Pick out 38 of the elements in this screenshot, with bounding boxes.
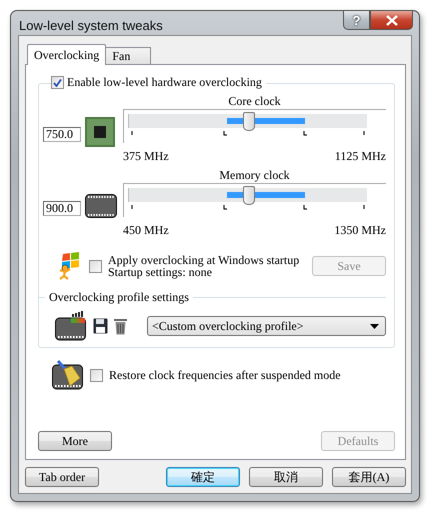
- save-icon[interactable]: [93, 318, 108, 334]
- window-title: Low-level system tweaks: [19, 18, 163, 33]
- clock-slider[interactable]: [128, 188, 367, 202]
- clock-value-field[interactable]: 750.0: [43, 126, 81, 142]
- close-button[interactable]: [370, 11, 413, 30]
- checkbox-label: Apply overclocking at Windows startup: [108, 254, 300, 266]
- min-label: 450 MHz: [123, 223, 169, 238]
- slider-thumb[interactable]: [243, 186, 255, 205]
- max-label: 1125 MHz: [334, 149, 386, 164]
- film-meter-icon: [55, 311, 87, 341]
- clock-slider[interactable]: [128, 114, 367, 128]
- dialog-button[interactable]: 確定: [166, 467, 240, 487]
- dropdown-arrow-icon: [370, 324, 379, 328]
- slider-label: Memory clock: [219, 168, 290, 183]
- memory-chip-icon: [85, 194, 117, 218]
- dialog-button[interactable]: 取消: [249, 467, 323, 487]
- tab[interactable]: Fan: [105, 47, 152, 64]
- film-broom-icon: [52, 360, 84, 390]
- close-icon: [386, 14, 398, 26]
- min-label: 375 MHz: [123, 149, 169, 164]
- status-text: Startup settings: none: [108, 266, 213, 278]
- checkbox-label: Restore clock frequencies after suspended mode: [109, 368, 341, 382]
- checkbox[interactable]: [51, 76, 64, 89]
- dialog-button[interactable]: Tab order: [25, 467, 99, 487]
- chip-icon: [85, 117, 115, 147]
- checkbox-label: Enable low-level hardware overclocking: [67, 75, 262, 90]
- clock-value-field[interactable]: 900.0: [43, 200, 81, 216]
- slider-thumb[interactable]: [243, 112, 255, 131]
- max-label: 1350 MHz: [334, 223, 386, 238]
- section-heading: Overclocking profile settings: [49, 290, 189, 305]
- profile-dropdown[interactable]: <Custom overclocking profile>: [147, 316, 386, 336]
- checkbox[interactable]: [90, 368, 103, 382]
- more-button[interactable]: More: [38, 431, 112, 451]
- slider-label: Core clock: [228, 94, 281, 109]
- dialog-button[interactable]: 套用(A): [332, 467, 406, 487]
- trash-icon[interactable]: [114, 318, 127, 334]
- checkbox[interactable]: [89, 260, 102, 272]
- tab[interactable]: Overclocking: [27, 44, 106, 65]
